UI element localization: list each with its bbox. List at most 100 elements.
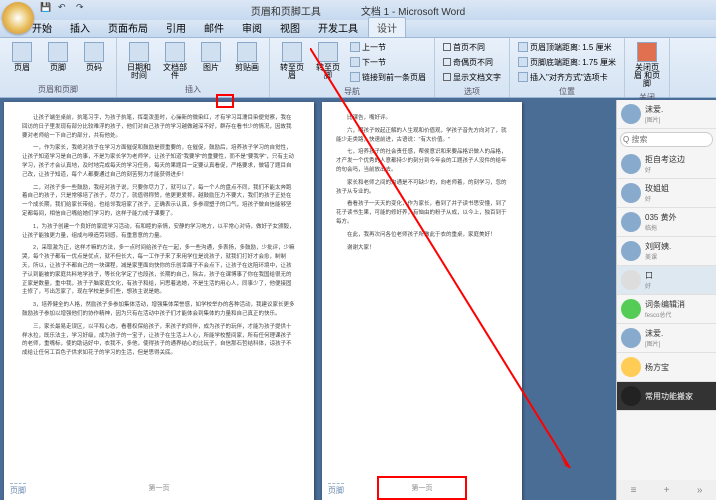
avatar: [621, 357, 641, 377]
date-button[interactable]: 日期和 时间: [123, 40, 155, 82]
link-prev-button[interactable]: 链接到前一条页眉: [348, 70, 428, 84]
next-icon: [350, 57, 360, 67]
page-footer-text[interactable]: 第一页: [4, 483, 314, 494]
goto-footer-icon: [318, 42, 338, 62]
search-input[interactable]: [620, 132, 713, 147]
paragraph: 2，采取激为正，这样才嘛的方法，多一点时间给孩子在一起，多一些沟通，多表扬，多鼓…: [22, 244, 296, 297]
avatar: [621, 183, 641, 203]
clipart-icon: [237, 42, 257, 62]
show-doc-text-check[interactable]: 显示文档文字: [441, 70, 503, 84]
tab-developer[interactable]: 开发工具: [310, 18, 366, 37]
chat-notice[interactable]: 常用功能搬家: [617, 382, 716, 411]
footer-bottom-distance[interactable]: 页脚底端距离:1.75 厘米: [516, 55, 618, 69]
checkbox-icon: [443, 58, 451, 66]
goto-header-button[interactable]: 转至页眉: [276, 40, 308, 84]
paragraph: 看看孩子一天天的变化，作为家长，看到了并子读书思安懂，到了花子读书生果，可能的修…: [336, 200, 508, 226]
chat-item[interactable]: 刘阿姨.美课: [617, 237, 716, 266]
office-button[interactable]: [2, 2, 34, 34]
tab-view[interactable]: 视图: [272, 18, 308, 37]
group-header-footer: 页眉 页脚 页码 页眉和页脚: [0, 38, 117, 97]
tab-review[interactable]: 审阅: [234, 18, 270, 37]
picture-button[interactable]: 图片: [195, 40, 227, 82]
pagenum-icon: [84, 42, 104, 62]
chat-item[interactable]: 沫爱.[图片]: [617, 324, 716, 353]
paragraph: 六，嘲孩子效起正解的人生观和价值观，学孩子音先方向对了，就能少走类路，快速前进，…: [336, 127, 508, 145]
close-icon: [637, 42, 657, 62]
goto-header-icon: [282, 42, 302, 62]
document-area[interactable]: 让孩子端坐桌前，执笔习字，为孩子执笔，挥毫泼墨时，心操新的微染红，才有学习耳濡目…: [0, 98, 716, 500]
expand-icon[interactable]: »: [697, 485, 703, 496]
prev-icon: [350, 42, 360, 52]
link-icon: [350, 72, 360, 82]
avatar: [621, 270, 641, 290]
chat-top-user[interactable]: 沫爱.[图片]: [617, 100, 716, 129]
paragraph: 在此，我再次问各位老师孩子所做此于衣的重桌，家庭美好！: [336, 231, 508, 240]
paragraph: 家长和老师之间的沟通是不可缺少的，向老师着，的刻学习，忽的孩子从专业的。: [336, 179, 508, 197]
chat-item[interactable]: 玫姐姐好: [617, 179, 716, 208]
group-label: 插入: [123, 82, 263, 95]
paragraph: 1，为孩子创建一个良好的家庭学习活动，有和睦的亲情，安静的学习地方，以平常心对待…: [22, 223, 296, 241]
close-header-footer-button[interactable]: 关闭页眉 和页脚: [631, 40, 663, 90]
group-label: 位置: [516, 84, 618, 97]
chat-panel: 沫爱.[图片] 拒自考这边好 玫姐姐好 035 黄外临拖 刘阿姨.美课 口好 词…: [616, 100, 716, 500]
paragraph: 3，培养健全的人格，然励孩子多参加集体活动，增强集体荣誉感，如学校举办的各种活动…: [22, 301, 296, 319]
chat-search: [617, 129, 716, 150]
avatar: [621, 241, 641, 261]
chat-item[interactable]: 035 黄外临拖: [617, 208, 716, 237]
chat-item[interactable]: 词条编辑消fesco总代: [617, 295, 716, 324]
checkbox-icon: [443, 43, 451, 51]
paragraph: 让孩子端坐桌前，执笔习字，为孩子执笔，挥毫泼墨时，心操新的微染红，才有学习耳濡目…: [22, 114, 296, 140]
chat-item[interactable]: 杨方宝: [617, 353, 716, 382]
tab-layout[interactable]: 页面布局: [100, 18, 156, 37]
group-label: 选项: [441, 84, 503, 97]
pagenum-button[interactable]: 页码: [78, 40, 110, 74]
dist-icon: [518, 57, 528, 67]
paragraph: 谢谢大家！: [336, 244, 508, 253]
first-page-diff-check[interactable]: 首页不同: [441, 40, 503, 54]
group-close: 关闭页眉 和页脚 关闭: [625, 38, 670, 97]
tab-mailings[interactable]: 邮件: [196, 18, 232, 37]
group-position: 页眉顶端距离:1.5 厘米 页脚底端距离:1.75 厘米 插入"对齐方式"选项卡…: [510, 38, 625, 97]
tab-design[interactable]: 设计: [368, 17, 406, 37]
page-2[interactable]: 比课告，嘴好评。 六，嘲孩子效起正解的人生观和价值观，学孩子音先方向对了，就能少…: [322, 102, 522, 500]
redo-icon[interactable]: ↷: [76, 2, 90, 16]
tab-icon: [518, 72, 528, 82]
page-1[interactable]: 让孩子端坐桌前，执笔习字，为孩子执笔，挥毫泼墨时，心操新的微染红，才有学习耳濡目…: [4, 102, 314, 500]
undo-icon[interactable]: ↶: [58, 2, 72, 16]
chat-item[interactable]: 拒自考这边好: [617, 150, 716, 179]
chat-item-selected[interactable]: 口好: [617, 266, 716, 295]
header-top-distance[interactable]: 页眉顶端距离:1.5 厘米: [516, 40, 618, 54]
lock-icon: [621, 386, 641, 406]
annotation-red-box-footer: [377, 476, 467, 500]
tab-insert[interactable]: 插入: [62, 18, 98, 37]
chat-bottom-bar: ≡ + »: [617, 480, 716, 500]
group-label: 页眉和页脚: [6, 82, 110, 95]
footer-button[interactable]: 页脚: [42, 40, 74, 74]
paragraph: 一，作为家长，我绝对孩子在学习方面催促和鼓励是很重要的，在催促，鼓励后，培养孩子…: [22, 144, 296, 179]
next-section-button[interactable]: 下一节: [348, 55, 428, 69]
quick-access-toolbar: 💾 ↶ ↷: [40, 2, 90, 16]
date-icon: [129, 42, 149, 62]
group-insert: 日期和 时间 文档部件 图片 剪贴画 插入: [117, 38, 270, 97]
add-icon[interactable]: +: [664, 485, 670, 496]
tab-references[interactable]: 引用: [158, 18, 194, 37]
goto-footer-button[interactable]: 转至页脚: [312, 40, 344, 84]
header-button[interactable]: 页眉: [6, 40, 38, 74]
prev-section-button[interactable]: 上一节: [348, 40, 428, 54]
clipart-button[interactable]: 剪贴画: [231, 40, 263, 82]
context-tool-label: 页眉和页脚工具: [251, 3, 321, 18]
annotation-red-box-ribbon: [216, 94, 234, 108]
paragraph: 三，家长最易走误区，以平和心态，看著权保给孩子，来孩子的同伴，成为孩子的玩伴，才…: [22, 323, 296, 358]
odd-even-diff-check[interactable]: 奇偶页不同: [441, 55, 503, 69]
avatar: [621, 104, 641, 124]
menu-icon[interactable]: ≡: [631, 485, 637, 496]
avatar: [621, 212, 641, 232]
avatar: [621, 154, 641, 174]
picture-icon: [201, 42, 221, 62]
parts-button[interactable]: 文档部件: [159, 40, 191, 82]
save-icon[interactable]: 💾: [40, 2, 54, 16]
title-bar: 页眉和页脚工具 文档 1 - Microsoft Word: [0, 0, 716, 20]
insert-align-tab[interactable]: 插入"对齐方式"选项卡: [516, 70, 618, 84]
header-icon: [12, 42, 32, 62]
group-label: 导航: [276, 84, 428, 97]
